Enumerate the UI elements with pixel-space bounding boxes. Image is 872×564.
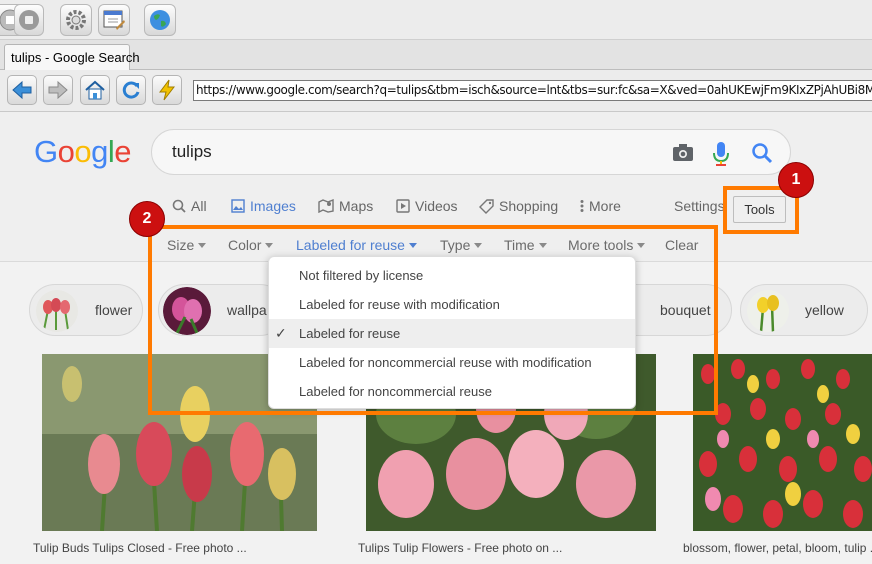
lightning-icon [159,79,176,101]
image-icon [231,199,245,213]
arrow-right-icon [48,80,68,100]
search-box[interactable]: tulips [151,129,791,175]
reload-button[interactable] [116,75,146,105]
annotation-box-filters [148,225,718,415]
map-icon [318,199,334,213]
logo-letter: o [57,134,75,169]
tab-label: More [589,198,621,214]
lightning-button[interactable] [152,75,182,105]
chip-thumbnail [747,290,789,332]
tab-shopping[interactable]: Shopping [479,198,558,214]
tab-label: Images [250,198,296,214]
more-dots-icon [580,200,584,212]
annotation-badge-1: 1 [778,162,814,198]
record-icon [19,10,39,30]
arrow-left-icon [12,80,32,100]
tab-strip: tulips - Google Search [0,40,872,71]
browser-toolbar [0,0,872,40]
tab-maps[interactable]: Maps [318,198,373,214]
page-editor-button[interactable] [98,4,130,36]
settings-link[interactable]: Settings [674,198,725,214]
tag-icon [479,198,494,214]
globe-icon [150,10,170,30]
tab-images[interactable]: Images [231,198,296,214]
camera-icon[interactable] [671,141,695,165]
annotation-badge-2: 2 [129,201,165,237]
tab-label: Maps [339,198,374,214]
google-logo[interactable]: Google [34,134,132,170]
window-edit-icon [103,10,125,30]
settings-button[interactable] [60,4,92,36]
tab-label: Videos [415,198,458,214]
logo-letter: o [74,134,92,169]
search-icon [172,199,186,213]
chip-thumbnail [36,290,78,332]
result-image-3[interactable] [693,354,872,531]
search-icon[interactable] [750,141,774,165]
reload-icon [122,81,140,99]
tab-label: Shopping [499,198,559,214]
globe-button[interactable] [144,4,176,36]
microphone-icon[interactable] [712,141,730,167]
result-caption-2[interactable]: Tulips Tulip Flowers - Free photo on ... [358,541,562,555]
logo-letter: e [114,134,132,169]
search-input[interactable]: tulips [172,142,212,162]
logo-letter: G [34,134,58,169]
forward-button[interactable] [43,75,73,105]
chip-label: flower [95,302,133,318]
tab-more[interactable]: More [580,198,621,214]
address-bar[interactable]: https://www.google.com/search?q=tulips&t… [193,80,872,101]
record-button[interactable] [14,4,44,36]
back-button[interactable] [7,75,37,105]
result-caption-3[interactable]: blossom, flower, petal, bloom, tulip ... [683,541,872,555]
related-chip-yellow[interactable]: yellow [740,284,868,336]
gear-icon [66,10,86,30]
tab-label: All [191,198,207,214]
related-chip-flower[interactable]: flower [29,284,143,336]
result-caption-1[interactable]: Tulip Buds Tulips Closed - Free photo ..… [33,541,247,555]
logo-letter: g [91,134,108,169]
browser-tab[interactable]: tulips - Google Search [4,44,140,71]
home-icon [85,80,105,100]
video-icon [396,199,410,213]
tab-videos[interactable]: Videos [396,198,458,214]
tab-all[interactable]: All [172,198,207,214]
chip-label: yellow [805,302,844,318]
home-button[interactable] [80,75,110,105]
